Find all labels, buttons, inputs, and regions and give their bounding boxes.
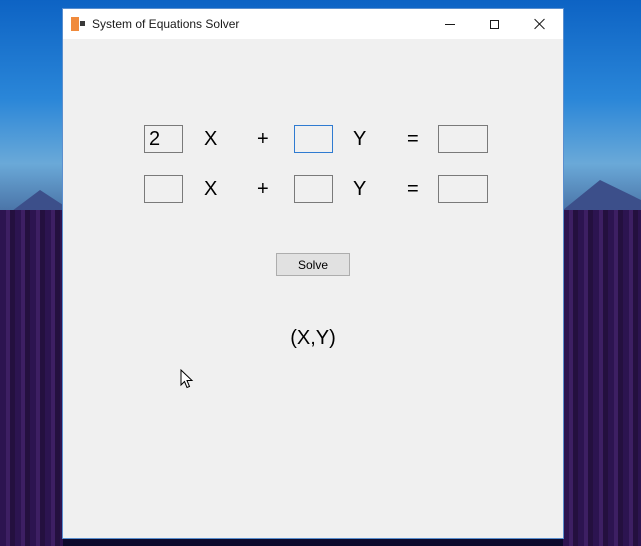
app-icon bbox=[71, 17, 85, 31]
maximize-icon bbox=[489, 19, 499, 29]
eq2-plus-sign: + bbox=[257, 178, 269, 200]
eq1-constant-input[interactable] bbox=[438, 125, 488, 153]
eq1-coef-x-input[interactable] bbox=[144, 125, 183, 153]
title-bar[interactable]: System of Equations Solver bbox=[63, 9, 563, 39]
eq1-y-label: Y bbox=[353, 128, 367, 150]
minimize-button[interactable] bbox=[427, 9, 473, 39]
eq2-constant-input[interactable] bbox=[438, 175, 488, 203]
eq2-coef-x-input[interactable] bbox=[144, 175, 183, 203]
app-window: System of Equations Solver X + Y = X + Y… bbox=[63, 9, 563, 538]
close-button[interactable] bbox=[517, 9, 563, 39]
eq2-x-label: X bbox=[204, 178, 218, 200]
maximize-button[interactable] bbox=[471, 9, 517, 39]
result-label: (X,Y) bbox=[290, 327, 336, 349]
close-icon bbox=[534, 18, 546, 30]
eq2-coef-y-input[interactable] bbox=[294, 175, 333, 203]
eq2-y-label: Y bbox=[353, 178, 367, 200]
eq2-equals-sign: = bbox=[407, 178, 419, 200]
background-forest-right bbox=[563, 210, 641, 546]
eq1-x-label: X bbox=[204, 128, 218, 150]
solve-button[interactable]: Solve bbox=[276, 253, 350, 276]
eq1-equals-sign: = bbox=[407, 128, 419, 150]
eq1-plus-sign: + bbox=[257, 128, 269, 150]
window-title: System of Equations Solver bbox=[92, 17, 240, 31]
mouse-pointer-icon bbox=[180, 369, 194, 389]
minimize-icon bbox=[445, 23, 455, 25]
background-forest-left bbox=[0, 210, 63, 546]
eq1-coef-y-input[interactable] bbox=[294, 125, 333, 153]
